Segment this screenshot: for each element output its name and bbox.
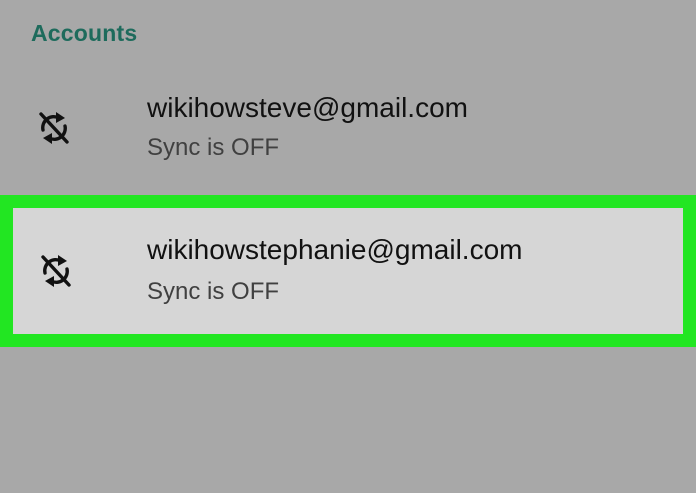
account-row-content[interactable]: wikihowstephanie@gmail.com Sync is OFF xyxy=(13,208,683,334)
accounts-section-header: Accounts xyxy=(31,20,138,46)
sync-off-icon xyxy=(34,108,74,148)
sync-status: Sync is OFF xyxy=(147,134,280,161)
account-row-content[interactable]: wikihowsteve@gmail.com Sync is OFF xyxy=(0,64,696,194)
sync-status: Sync is OFF xyxy=(147,278,280,305)
account-email: wikihowstephanie@gmail.com xyxy=(147,234,523,265)
accounts-screen: Accounts wikihowsteve@gmail.com Sync is … xyxy=(0,0,696,493)
account-row-steve[interactable]: wikihowsteve@gmail.com Sync is OFF xyxy=(0,64,696,194)
account-row-stephanie-highlighted[interactable]: wikihowstephanie@gmail.com Sync is OFF xyxy=(0,195,696,347)
sync-off-icon xyxy=(36,251,76,291)
account-email: wikihowsteve@gmail.com xyxy=(147,92,468,123)
